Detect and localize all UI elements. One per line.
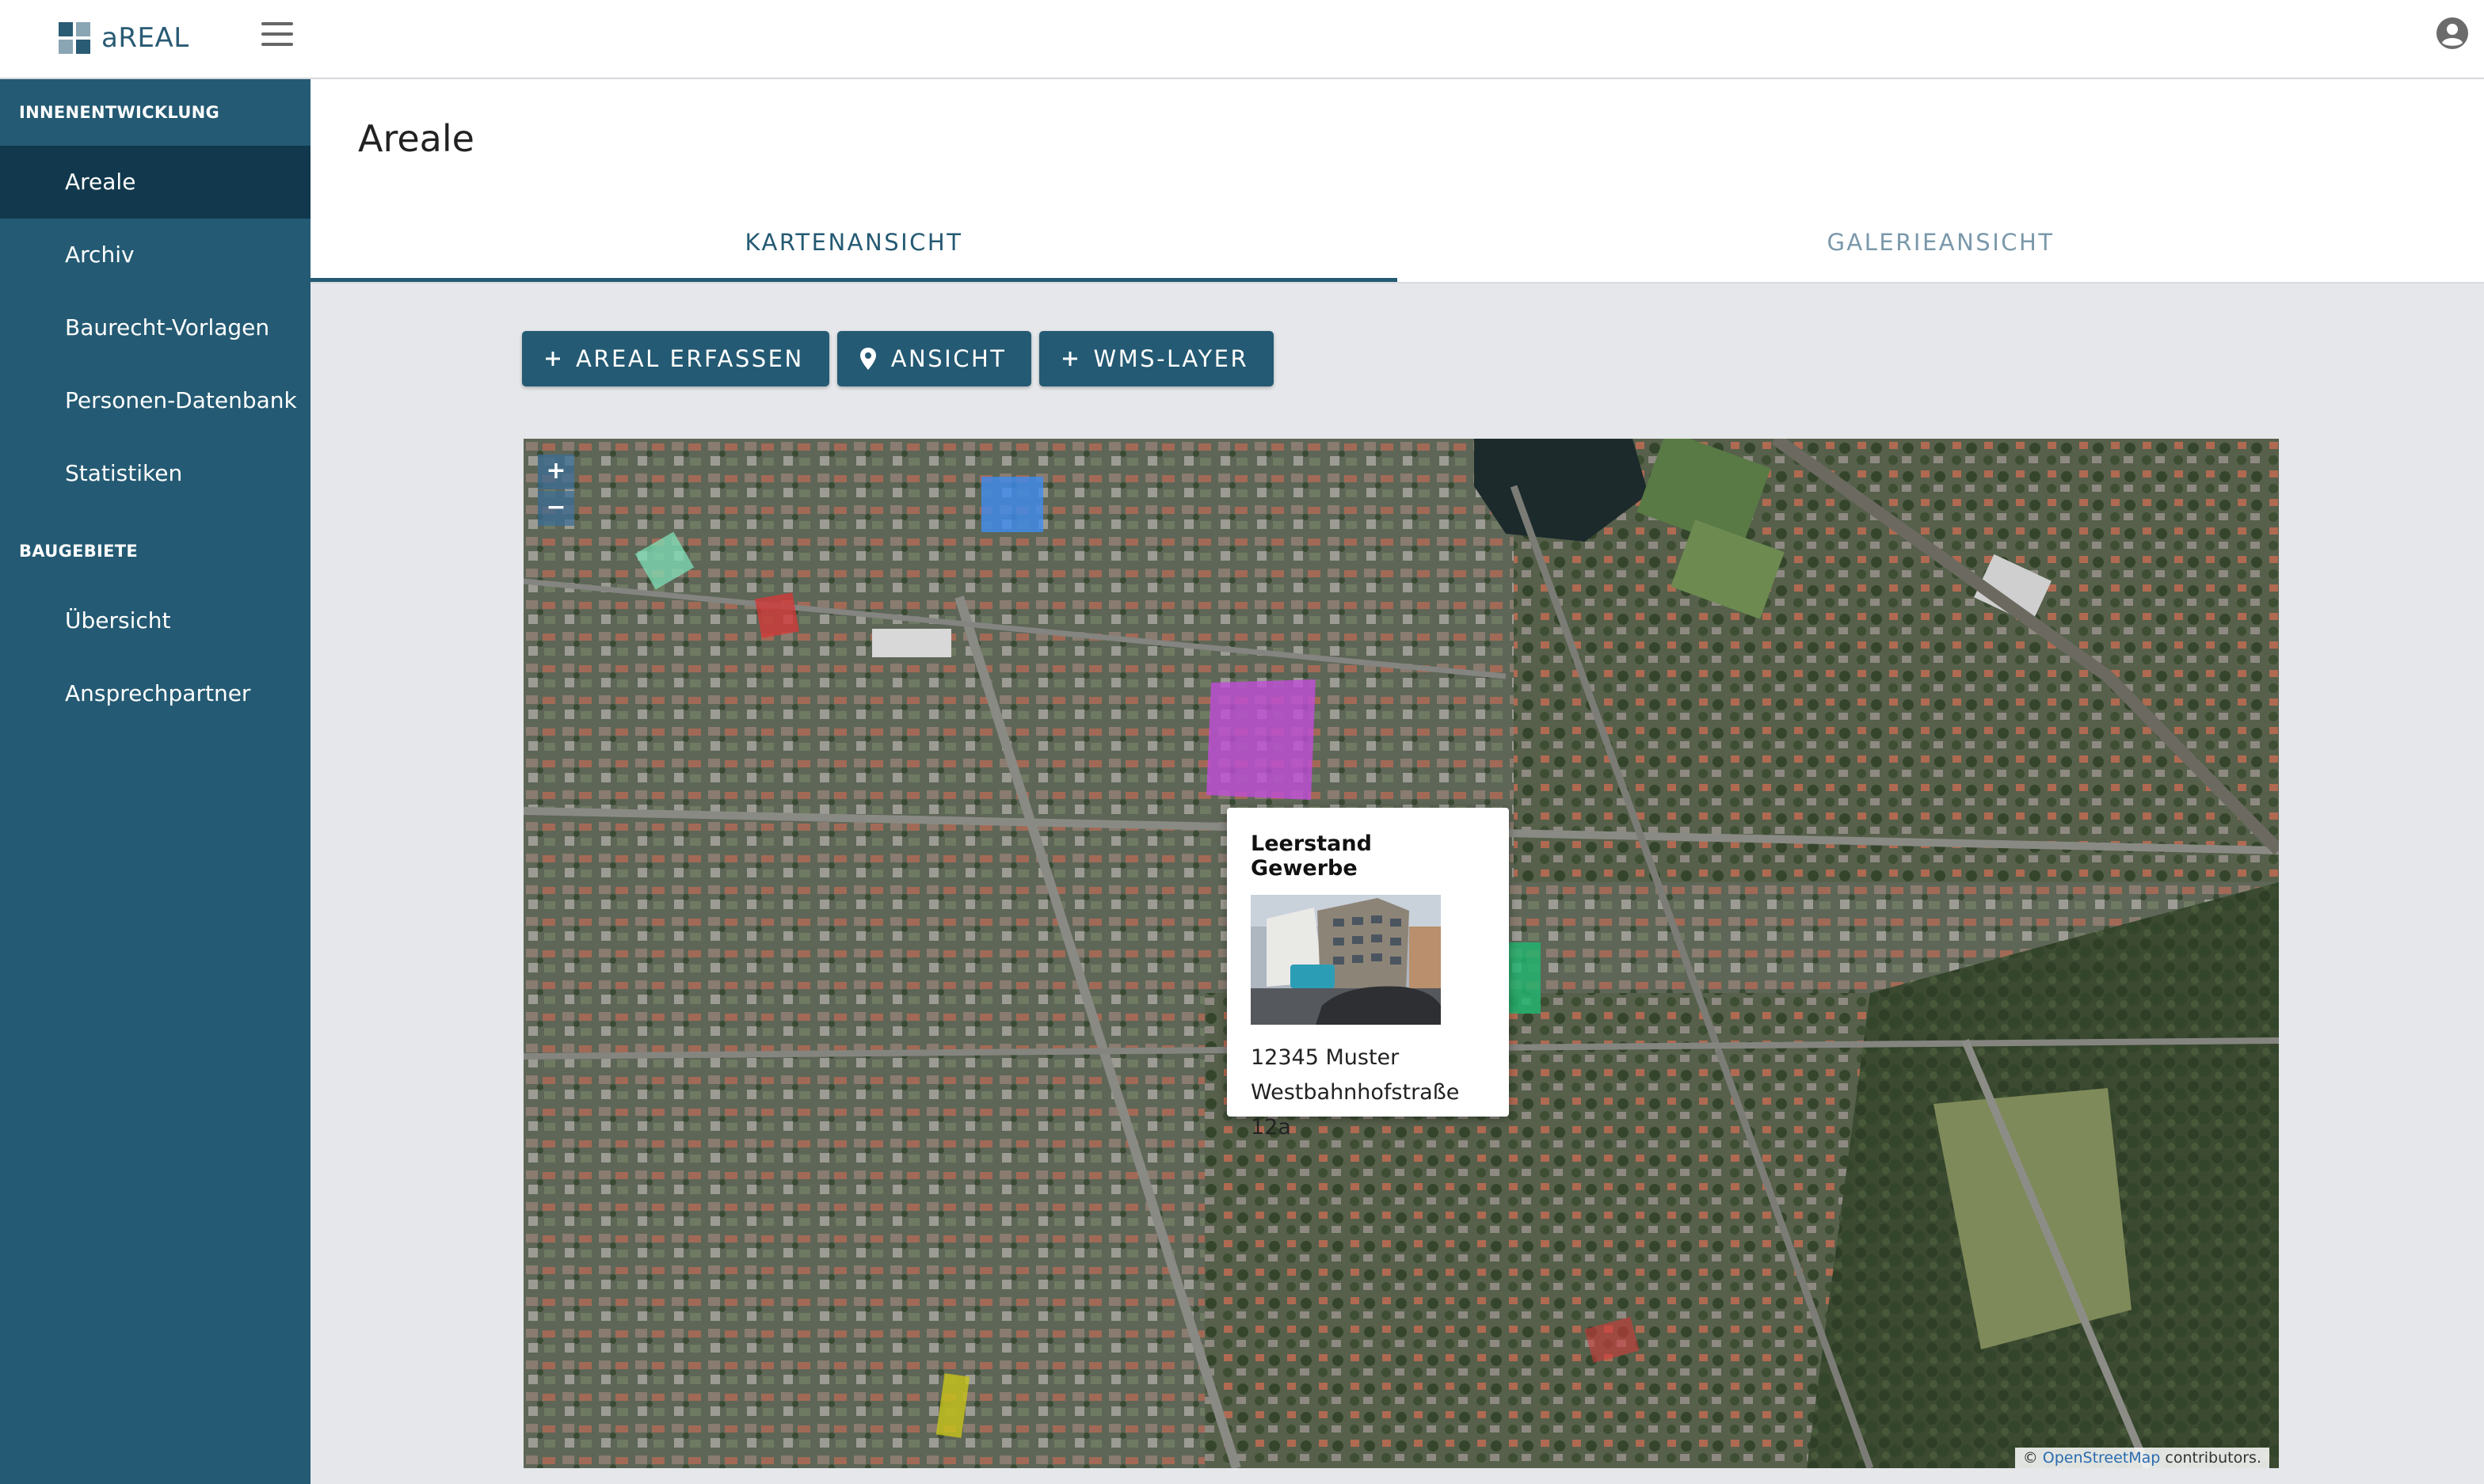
plus-icon: [1061, 350, 1079, 367]
openstreetmap-link[interactable]: OpenStreetMap: [2043, 1449, 2161, 1467]
add-wms-layer-button[interactable]: WMS-LAYER: [1039, 331, 1274, 386]
sidebar-item-ansprechpartner[interactable]: Ansprechpartner: [0, 657, 310, 730]
map-zoom-control: + −: [538, 455, 574, 526]
map-area-blue[interactable]: [981, 477, 1043, 532]
attribution-suffix: contributors.: [2165, 1449, 2261, 1467]
map-area-green[interactable]: [1509, 942, 1541, 1014]
map-toolbar: AREAL ERFASSEN ANSICHT WMS-LAYER: [522, 331, 1274, 386]
logo-icon: [59, 22, 90, 54]
sidebar-item-areale[interactable]: Areale: [0, 146, 310, 219]
popup-title: Leerstand Gewerbe: [1251, 831, 1372, 881]
map-popup[interactable]: Leerstand Gewerbe 12345 Muster Westbahnh…: [1227, 808, 1509, 1140]
hamburger-menu-icon[interactable]: [261, 22, 293, 51]
attribution-prefix: ©: [2022, 1449, 2038, 1467]
popup-address-line2: Westbahnhofstraße 12a: [1251, 1080, 1460, 1140]
view-label: ANSICHT: [890, 345, 1007, 372]
top-bar: aREAL: [0, 0, 2484, 79]
add-area-label: AREAL ERFASSEN: [576, 345, 804, 372]
tab-galerieansicht[interactable]: GALERIEANSICHT: [1397, 214, 2484, 282]
zoom-out-button[interactable]: −: [538, 491, 574, 526]
wms-layer-label: WMS-LAYER: [1093, 345, 1249, 372]
sidebar-item-archiv[interactable]: Archiv: [0, 219, 310, 291]
sidebar-item-statistiken[interactable]: Statistiken: [0, 437, 310, 510]
sidebar-section-innenentwicklung: INNENENTWICKLUNG: [19, 103, 220, 122]
view-button[interactable]: ANSICHT: [836, 331, 1032, 386]
page-title: Areale: [358, 117, 474, 160]
sidebar-item-uebersicht[interactable]: Übersicht: [0, 584, 310, 657]
sidebar-item-personen-datenbank[interactable]: Personen-Datenbank: [0, 364, 310, 437]
popup-building-photo: [1251, 895, 1441, 1025]
app-name: aREAL: [101, 22, 189, 54]
view-tabs: KARTENANSICHT GALERIEANSICHT: [310, 214, 2484, 282]
plus-icon: [544, 350, 562, 367]
tab-kartenansicht[interactable]: KARTENANSICHT: [310, 214, 1397, 282]
app-logo[interactable]: aREAL: [59, 22, 189, 54]
zoom-in-button[interactable]: +: [538, 455, 574, 489]
map-viewer[interactable]: + − Leerstand Gewerbe 12345 Muster Westb…: [524, 439, 2279, 1468]
map-area-purple[interactable]: [1206, 679, 1316, 800]
page-header: Areale KARTENANSICHT GALERIEANSICHT: [310, 79, 2484, 283]
map-attribution: © OpenStreetMap contributors.: [2014, 1448, 2269, 1468]
add-area-button[interactable]: AREAL ERFASSEN: [522, 331, 829, 386]
sidebar-item-baurecht-vorlagen[interactable]: Baurecht-Vorlagen: [0, 291, 310, 364]
sidebar: INNENENTWICKLUNG Areale Archiv Baurecht-…: [0, 79, 310, 1484]
account-icon[interactable]: [2435, 16, 2470, 51]
sidebar-section-baugebiete: BAUGEBIETE: [19, 542, 139, 561]
map-pin-icon: [859, 347, 877, 371]
popup-address-line1: 12345 Muster: [1251, 1045, 1400, 1070]
map-area-red[interactable]: [755, 592, 799, 638]
